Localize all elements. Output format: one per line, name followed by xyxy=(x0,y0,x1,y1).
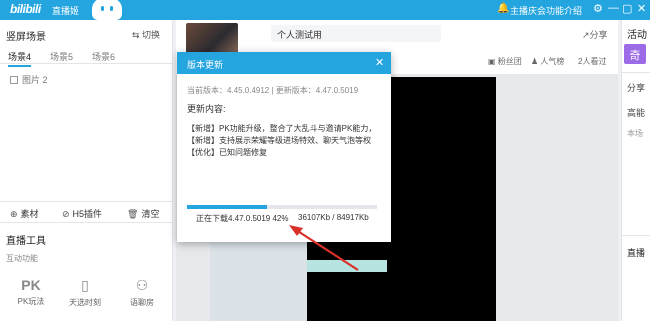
app-name: 直播姬 xyxy=(52,6,80,16)
download-status: 正在下载4.47.0.5019 42% xyxy=(196,214,289,223)
h5-plugin-label: H5插件 xyxy=(72,209,103,219)
popularity-icon: ♟ xyxy=(531,57,541,66)
pk-mode-button[interactable]: PK PK玩法 xyxy=(6,277,56,307)
popularity-label: 人气榜 xyxy=(540,57,565,66)
dialog-header: 版本更新 ✕ xyxy=(177,52,391,74)
clear-label: 清空 xyxy=(141,209,160,219)
source-toolbar: ⊕ 素材 ⊘ H5插件 🗑 清空 xyxy=(0,201,172,223)
share-label: 分享 xyxy=(589,30,608,40)
close-window-button[interactable]: ✕ xyxy=(637,2,646,15)
share-button[interactable]: ↗分享 xyxy=(582,28,608,41)
switch-icon: ⇆ xyxy=(132,30,143,40)
lucky-draw-label: 天选时刻 xyxy=(69,298,101,307)
share-data-title[interactable]: 分享 xyxy=(627,81,645,94)
announcement-link[interactable]: 主播庆会功能介绍 xyxy=(510,4,582,17)
tab-scene-6[interactable]: 场景6 xyxy=(92,50,115,63)
preview-black-bottom xyxy=(307,272,413,321)
scene-title: 竖屏场景 xyxy=(6,32,46,43)
phone-icon: ▯ xyxy=(81,277,89,293)
bilibili-logo: bilibili xyxy=(10,2,41,16)
material-button[interactable]: ⊕ 素材 xyxy=(10,207,39,220)
pk-icon: PK xyxy=(21,277,41,293)
version-info: 当前版本：4.45.0.4912 | 更新版本：4.47.0.5019 xyxy=(187,86,359,95)
h5-plugin-button[interactable]: ⊘ H5插件 xyxy=(62,207,102,220)
interactive-title: 互动功能 xyxy=(6,254,38,263)
update-note: 【新增】PK功能升级，整合了大乱斗与邀请PK能力， xyxy=(187,124,377,133)
tab-scene-5[interactable]: 场景5 xyxy=(50,50,73,63)
source-item[interactable]: 图片 2 xyxy=(10,73,48,86)
trash-icon: 🗑 xyxy=(127,209,139,219)
divider xyxy=(622,235,650,236)
this-scene-label: 本场 xyxy=(627,129,643,138)
switch-label: 切换 xyxy=(142,30,161,40)
room-title-field[interactable]: 个人测试用 xyxy=(271,25,441,42)
download-size: 36107Kb / 84917Kb xyxy=(298,213,369,222)
clear-button[interactable]: 🗑 清空 xyxy=(127,207,159,220)
live-room-title: 直播 xyxy=(627,248,646,258)
download-progress-bar xyxy=(187,205,377,209)
update-note: 【优化】已知问题修复 xyxy=(187,148,267,157)
left-panel: 竖屏场景 ⇆ 切换 场景4 场景5 场景6 图片 2 ⊕ 素材 ⊘ H5插件 🗑 清空… xyxy=(0,20,173,321)
update-notes: 【新增】PK功能升级，整合了大乱斗与邀请PK能力， 【新增】支持展示荣耀等级进场… xyxy=(187,123,385,159)
source-name: 图片 2 xyxy=(22,75,48,85)
activity-title: 活动 xyxy=(627,30,647,41)
close-icon[interactable]: ✕ xyxy=(375,56,384,69)
activity-badge[interactable]: 奇 xyxy=(624,44,646,64)
version-update-dialog: 版本更新 ✕ 当前版本：4.45.0.4912 | 更新版本：4.47.0.50… xyxy=(177,52,391,242)
divider xyxy=(622,72,650,73)
popularity-button[interactable]: ♟ 人气榜 xyxy=(531,56,564,67)
right-panel: 活动 奇 分享 高能 本场 直播 xyxy=(621,20,650,321)
maximize-button[interactable]: ▢ xyxy=(622,2,632,15)
settings-icon[interactable]: ⚙ xyxy=(593,2,603,15)
scene-tabs: 场景4 场景5 场景6 xyxy=(0,47,172,67)
bell-icon: 🔔 xyxy=(497,3,510,14)
image-icon xyxy=(10,76,18,84)
pk-mode-label: PK玩法 xyxy=(17,297,45,306)
high-energy-title: 高能 xyxy=(627,108,646,118)
voice-room-label: 语聊房 xyxy=(130,298,154,307)
watched-count: 2人看过 xyxy=(578,57,607,66)
update-note: 【新增】支持展示荣耀等级进场特效、聊天气泡等权 xyxy=(187,136,371,145)
download-progress-fill xyxy=(187,205,267,209)
mascot-icon xyxy=(92,0,122,20)
h5-icon: ⊘ xyxy=(62,209,70,219)
plus-icon: ⊕ xyxy=(10,209,18,219)
room-cover-image[interactable] xyxy=(186,23,238,55)
switch-button[interactable]: ⇆ 切换 xyxy=(132,28,160,41)
tab-scene-4[interactable]: 场景4 xyxy=(8,50,32,67)
voice-room-button[interactable]: ⚇ 语聊房 xyxy=(117,277,167,308)
fans-group-button[interactable]: ▣ 粉丝团 xyxy=(488,56,522,67)
title-bar: bilibili 直播姬 🔔 主播庆会功能介绍 ⚙ — ▢ ✕ xyxy=(0,0,650,20)
update-content-label: 更新内容: xyxy=(187,104,226,114)
fans-icon: ▣ xyxy=(488,57,498,66)
fans-group-label: 粉丝团 xyxy=(497,57,522,66)
live-tools-title: 直播工具 xyxy=(6,236,46,247)
dialog-title: 版本更新 xyxy=(187,60,224,70)
share-icon: ↗ xyxy=(582,30,590,40)
material-label: 素材 xyxy=(20,209,39,219)
people-icon: ⚇ xyxy=(135,277,149,293)
minimize-button[interactable]: — xyxy=(608,2,619,14)
lucky-draw-button[interactable]: ▯ 天选时刻 xyxy=(60,277,110,308)
